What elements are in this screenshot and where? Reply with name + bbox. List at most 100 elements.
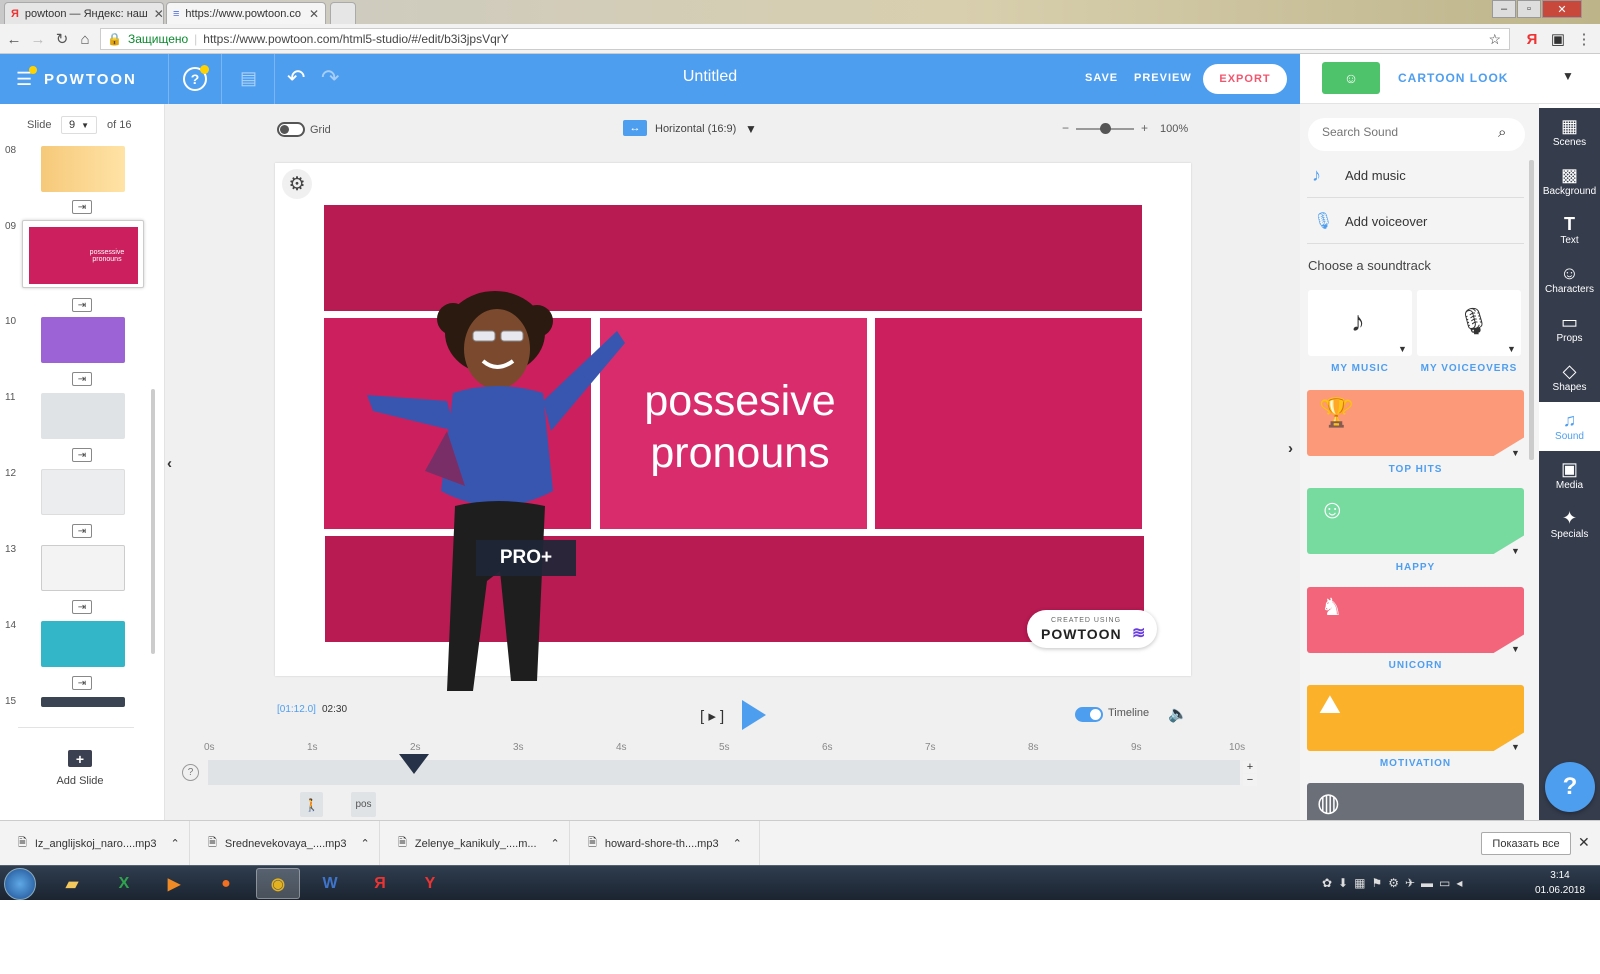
slide-title-text[interactable]: possesive pronouns	[620, 375, 860, 479]
start-button[interactable]	[4, 868, 36, 900]
download-item[interactable]: 🗎 Iz_anglijskoj_naro....mp3 ⌃	[0, 821, 190, 866]
zoom-slider-handle[interactable]	[1100, 123, 1111, 134]
extension-icon[interactable]: ▣	[1548, 29, 1568, 49]
chevron-up-icon[interactable]: ⌃	[551, 837, 560, 850]
chevron-down-icon[interactable]: ▼	[1511, 644, 1520, 654]
slide-thumbnail-11[interactable]	[41, 393, 125, 439]
media-player-icon[interactable]: ▶	[152, 868, 196, 899]
collapse-right-panel-icon[interactable]: ›	[1288, 440, 1293, 457]
play-icon[interactable]	[742, 700, 766, 730]
word-icon[interactable]: W	[308, 868, 352, 899]
insert-transition-icon[interactable]: ⇥	[72, 200, 92, 214]
save-button[interactable]: SAVE	[1085, 72, 1118, 84]
ratio-select[interactable]: Horizontal (16:9)	[655, 123, 736, 135]
volume-icon[interactable]: 🔈	[1168, 704, 1188, 724]
insert-transition-icon[interactable]: ⇥	[72, 676, 92, 690]
soundtrack-card-happy[interactable]: ☺	[1307, 488, 1524, 554]
yandex-browser-icon[interactable]: Y	[408, 868, 452, 899]
chevron-down-icon[interactable]: ▼	[1398, 344, 1407, 354]
slide-panel-right[interactable]	[875, 318, 1142, 529]
chevron-down-icon[interactable]: ▼	[1562, 69, 1574, 83]
reload-icon[interactable]: ↻	[52, 29, 72, 49]
timeline-zoom-in-icon[interactable]: +	[1243, 761, 1257, 773]
grid-toggle[interactable]	[277, 122, 305, 137]
my-voiceovers-card[interactable]: 🎙 ▼	[1417, 290, 1521, 356]
style-selector[interactable]: ☺ CARTOON LOOK ▼	[1300, 54, 1600, 104]
rail-item-sound[interactable]: ♫ Sound	[1539, 402, 1600, 451]
url-field[interactable]: 🔒 Защищено | https://www.powtoon.com/htm…	[100, 28, 1510, 50]
slide-thumbnail-15[interactable]	[41, 697, 125, 707]
slide-thumbnail-10[interactable]	[41, 317, 125, 363]
system-tray-icons[interactable]: ✿⬇▦⚑⚙✈▬▭◂	[1322, 876, 1468, 890]
my-music-card[interactable]: ♪ ▼	[1308, 290, 1412, 356]
minimize-icon[interactable]: –	[1492, 0, 1516, 18]
chevron-up-icon[interactable]: ⌃	[361, 837, 370, 850]
playhead[interactable]	[399, 754, 429, 774]
insert-transition-icon[interactable]: ⇥	[72, 372, 92, 386]
timeline-zoom-out-icon[interactable]: −	[1243, 774, 1257, 786]
zoom-out-button[interactable]: −	[1062, 121, 1069, 135]
firefox-icon[interactable]: ●	[204, 868, 248, 899]
slide-thumbnail-09-selected[interactable]: possessive pronouns	[22, 220, 144, 288]
slide-thumbnail-13[interactable]	[41, 545, 125, 591]
chevron-down-icon[interactable]: ▼	[1511, 448, 1520, 458]
rail-item-specials[interactable]: ✦ Specials	[1539, 500, 1600, 549]
notes-icon[interactable]: ▤	[240, 68, 257, 89]
close-downloads-icon[interactable]: ✕	[1578, 834, 1590, 851]
timeline-help-icon[interactable]: ?	[182, 764, 199, 781]
slides-scrollbar[interactable]	[151, 389, 155, 654]
chevron-down-icon[interactable]: ▼	[1511, 546, 1520, 556]
yandex-extension-icon[interactable]: Я	[1522, 29, 1542, 49]
character-teacher[interactable]	[355, 281, 645, 726]
add-slide-icon[interactable]: +	[68, 750, 92, 767]
chevron-up-icon[interactable]: ⌃	[171, 837, 180, 850]
slide-number-select[interactable]: 9 ▼	[61, 116, 97, 134]
add-voiceover-button[interactable]: Add voiceover	[1345, 214, 1427, 229]
rail-item-props[interactable]: ▭ Props	[1539, 304, 1600, 353]
rail-item-text[interactable]: T Text	[1539, 206, 1600, 255]
rail-item-characters[interactable]: ☺ Characters	[1539, 255, 1600, 304]
window-close-icon[interactable]: ✕	[1542, 0, 1582, 18]
chevron-down-icon[interactable]: ▼	[1507, 344, 1516, 354]
show-all-downloads-button[interactable]: Показать все	[1481, 832, 1571, 855]
download-item[interactable]: 🗎 Srednevekovaya_....mp3 ⌃	[190, 821, 380, 866]
chevron-down-icon[interactable]: ▼	[1511, 742, 1520, 752]
excel-icon[interactable]: X	[102, 868, 146, 899]
yandex-icon[interactable]: Я	[358, 868, 402, 899]
timeline-character-item[interactable]: 🚶	[300, 792, 323, 817]
rail-item-scenes[interactable]: ▦ Scenes	[1539, 108, 1600, 157]
soundtrack-card-world[interactable]: ◍	[1307, 783, 1524, 820]
new-tab-button[interactable]	[330, 2, 356, 24]
clock-date[interactable]: 01.06.2018	[1530, 885, 1590, 896]
project-title[interactable]: Untitled	[640, 68, 780, 86]
help-chat-button[interactable]: ?	[1545, 762, 1595, 812]
maximize-icon[interactable]: ▫	[1517, 0, 1541, 18]
bookmark-star-icon[interactable]: ☆	[1488, 31, 1501, 48]
search-icon[interactable]: ⌕	[1498, 124, 1506, 141]
chrome-icon[interactable]: ◉	[256, 868, 300, 899]
rail-item-shapes[interactable]: ◇ Shapes	[1539, 353, 1600, 402]
browser-tab-powtoon[interactable]: ≡ https://www.powtoon.co ✕	[166, 2, 326, 24]
rail-item-background[interactable]: ▩ Background	[1539, 157, 1600, 206]
insert-transition-icon[interactable]: ⇥	[72, 524, 92, 538]
zoom-in-button[interactable]: +	[1141, 121, 1148, 135]
home-icon[interactable]: ⌂	[75, 29, 95, 49]
insert-transition-icon[interactable]: ⇥	[72, 448, 92, 462]
sound-panel-scrollbar[interactable]	[1529, 160, 1534, 460]
timeline-toggle[interactable]	[1075, 707, 1103, 722]
collapse-left-panel-icon[interactable]: ‹	[167, 455, 172, 472]
clock-time[interactable]: 3:14	[1530, 870, 1590, 881]
chevron-down-icon[interactable]: ▼	[745, 122, 757, 136]
gear-icon[interactable]: ⚙	[282, 169, 312, 199]
slide-thumbnail-08[interactable]	[41, 146, 125, 192]
download-item[interactable]: 🗎 howard-shore-th....mp3 ⌃	[570, 821, 760, 866]
download-item[interactable]: 🗎 Zelenye_kanikuly_....m... ⌃	[380, 821, 570, 866]
play-from-start-icon[interactable]: [ ▸ ]	[700, 707, 724, 725]
export-button[interactable]: EXPORT	[1203, 64, 1287, 94]
redo-icon[interactable]: ↷	[321, 65, 339, 91]
timeline-track[interactable]	[208, 760, 1240, 785]
rail-item-media[interactable]: ▣ Media	[1539, 451, 1600, 500]
add-music-button[interactable]: Add music	[1345, 168, 1406, 183]
slide-thumbnail-12[interactable]	[41, 469, 125, 515]
pro-plus-badge[interactable]: PRO+	[476, 540, 576, 576]
